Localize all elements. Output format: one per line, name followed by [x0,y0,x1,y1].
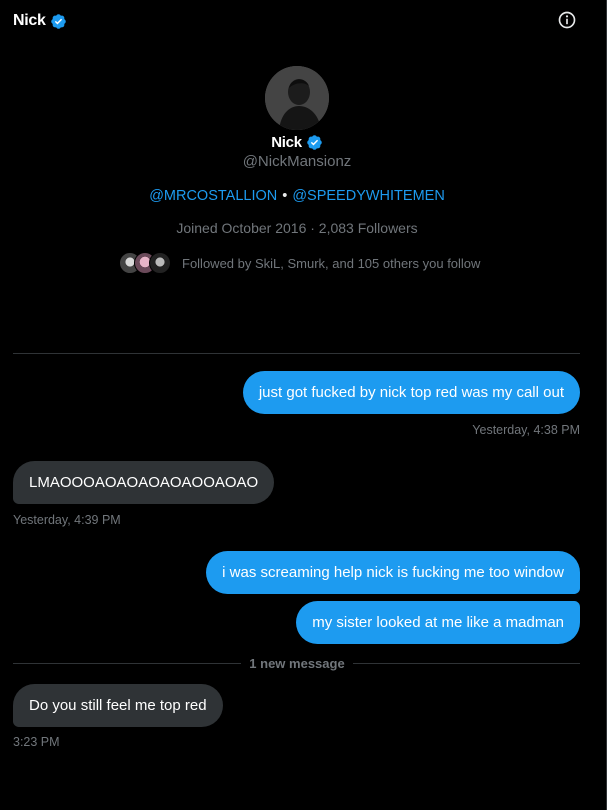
profile-name-row: Nick [0,134,594,151]
message-text: just got fucked by nick top red was my c… [258,384,564,401]
message-text: Do you still feel me top red [29,697,207,714]
message-bubble[interactable]: just got fucked by nick top red was my c… [242,371,580,414]
bio-link-mrcostallion[interactable]: @MRCOSTALLION [149,188,277,204]
profile-summary: Nick @NickMansionz @MRCOSTALLION • @SPEEDY… [0,66,594,236]
message-bubble[interactable]: Do you still feel me top red [13,684,223,727]
avatar-photo [265,66,329,130]
profile-bio: @MRCOSTALLION • @SPEEDYWHITEMEN [0,188,594,204]
message-bubble[interactable]: i was screaming help nick is fucking me … [206,551,580,594]
profile-handle: @NickMansionz [242,153,352,170]
message-bubble[interactable]: my sister looked at me like a madman [296,601,580,644]
message-text: my sister looked at me like a madman [312,614,564,631]
message-timestamp: Yesterday, 4:39 PM [13,513,121,527]
verified-badge-icon [306,135,322,150]
follower-avatar [149,252,171,274]
message-text: LMAOOOAOAOAOAOAOOAOAO [29,474,259,491]
header-name[interactable]: Nick [13,12,46,30]
message-timestamp: 3:23 PM [13,735,60,749]
profile-name: Nick [271,134,302,151]
conversation-header: Nick [13,10,67,32]
followed-by[interactable]: Followed by SkiL, Smurk, and 105 others … [119,252,480,274]
message-bubble[interactable]: LMAOOOAOAOAOAOAOOAOAO [13,461,275,504]
message-timestamp: Yesterday, 4:38 PM [472,423,580,437]
followed-by-text: Followed by SkiL, Smurk, and 105 others … [182,255,481,271]
new-message-divider: 1 new message [0,655,594,673]
joined-followers: Joined October 2016 · 2,083 Followers [176,220,418,236]
bio-separator: • [282,188,288,204]
message-text: i was screaming help nick is fucking me … [222,564,564,581]
new-message-label: 1 new message [241,656,353,671]
profile-divider [13,353,580,354]
avatar[interactable] [265,66,329,130]
bio-link-speedywhitemen[interactable]: @SPEEDYWHITEMEN [292,188,444,204]
verified-badge-icon [50,13,66,29]
info-icon[interactable] [557,10,577,30]
